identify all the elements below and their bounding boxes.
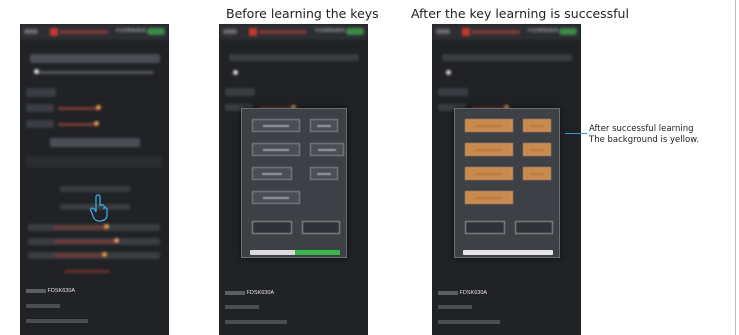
learn-key-1[interactable] [252, 119, 300, 132]
learned-key-2[interactable] [523, 119, 551, 132]
device-info: FDSK630A [438, 290, 487, 296]
callout-line-1: After successful learning [589, 124, 694, 134]
option-button[interactable] [225, 88, 255, 96]
dialog-cancel-button[interactable] [302, 221, 340, 234]
device-detail [225, 305, 259, 311]
app-topbar: FDSK630A [432, 24, 581, 40]
brand-wordmark [259, 30, 307, 34]
level-track[interactable] [54, 254, 104, 257]
learned-key-6[interactable] [523, 167, 551, 180]
setting-knob[interactable] [94, 121, 99, 126]
learn-key-3[interactable] [252, 143, 300, 156]
frequency-bar[interactable] [442, 54, 572, 61]
app-topbar: FDSK630A [20, 24, 169, 40]
learning-progress-bar [463, 250, 553, 255]
level-knob[interactable] [104, 224, 109, 229]
level-knob[interactable] [114, 238, 119, 243]
frequency-bar[interactable] [30, 54, 160, 63]
app-topbar: FDSK630A [219, 24, 368, 40]
tap-hand-icon [90, 194, 108, 222]
setting-track[interactable] [58, 107, 98, 110]
level-track[interactable] [54, 240, 116, 243]
callout-note: After successful learning The background… [589, 124, 699, 146]
phone-screen-after-learning: FDSK630A FDSK630A [432, 24, 581, 335]
mode-row[interactable] [26, 156, 162, 168]
connection-status-icon [346, 28, 364, 35]
back-icon[interactable] [436, 29, 450, 34]
device-model-label: FDSK630A [116, 28, 147, 34]
phone-screen-before-learning: FDSK630A FDSK630A [219, 24, 368, 335]
learn-key-4[interactable] [310, 143, 344, 156]
learn-keys-dialog [454, 108, 560, 258]
back-icon[interactable] [223, 29, 237, 34]
divider-line [735, 0, 736, 335]
remote-key[interactable] [60, 186, 130, 192]
device-info: FDSK630A [225, 290, 274, 296]
connection-status-icon [559, 28, 577, 35]
slider-knob[interactable] [446, 70, 451, 75]
device-detail [26, 304, 60, 310]
frequency-bar[interactable] [229, 54, 359, 61]
device-detail [438, 320, 500, 326]
callout-pointer-line [565, 133, 587, 134]
dialog-confirm-button[interactable] [465, 221, 505, 234]
connection-status-icon [147, 28, 165, 35]
device-model-label: FDSK630A [528, 28, 559, 34]
phone-screen-remote: FDSK630A FDSK630A [20, 24, 169, 335]
caption-after-learning: After the key learning is successful [411, 6, 629, 21]
learn-key-2[interactable] [310, 119, 338, 132]
device-detail [225, 320, 287, 326]
back-icon[interactable] [24, 29, 38, 34]
brand-logo-icon [50, 28, 58, 36]
setting-track[interactable] [58, 123, 96, 126]
device-detail [26, 319, 88, 325]
option-button[interactable] [26, 88, 56, 97]
learn-button[interactable] [50, 138, 140, 147]
level-track[interactable] [54, 226, 106, 229]
dialog-cancel-button[interactable] [515, 221, 553, 234]
learn-key-7[interactable] [252, 191, 300, 204]
setting-label [26, 120, 54, 128]
brand-logo-icon [462, 28, 470, 36]
learn-key-6[interactable] [310, 167, 338, 180]
callout-line-2: The background is yellow. [589, 135, 700, 145]
slider-knob[interactable] [34, 69, 39, 74]
learned-key-4[interactable] [523, 143, 551, 156]
device-name: FDSK630A [47, 288, 76, 294]
setting-label [26, 104, 54, 112]
device-name: FDSK630A [246, 290, 275, 296]
learned-key-7[interactable] [465, 191, 513, 204]
brand-logo-icon [249, 28, 257, 36]
learn-key-5[interactable] [252, 167, 292, 180]
status-indicator [64, 270, 110, 273]
learned-key-1[interactable] [465, 119, 513, 132]
caption-before-learning: Before learning the keys [226, 6, 379, 21]
device-model-label: FDSK630A [315, 28, 346, 34]
learned-key-3[interactable] [465, 143, 513, 156]
learning-progress-fill [295, 250, 340, 255]
device-detail [438, 305, 472, 311]
setting-knob[interactable] [96, 105, 101, 110]
brand-wordmark [60, 30, 108, 34]
device-info: FDSK630A [26, 288, 75, 294]
option-button[interactable] [438, 88, 468, 96]
device-name: FDSK630A [459, 290, 488, 296]
learn-keys-dialog [241, 108, 347, 258]
level-knob[interactable] [102, 252, 107, 257]
learning-progress-bar [250, 250, 340, 255]
slider-track[interactable] [34, 71, 154, 74]
dialog-confirm-button[interactable] [252, 221, 292, 234]
slider-knob[interactable] [233, 70, 238, 75]
learned-key-5[interactable] [465, 167, 513, 180]
brand-wordmark [472, 30, 520, 34]
